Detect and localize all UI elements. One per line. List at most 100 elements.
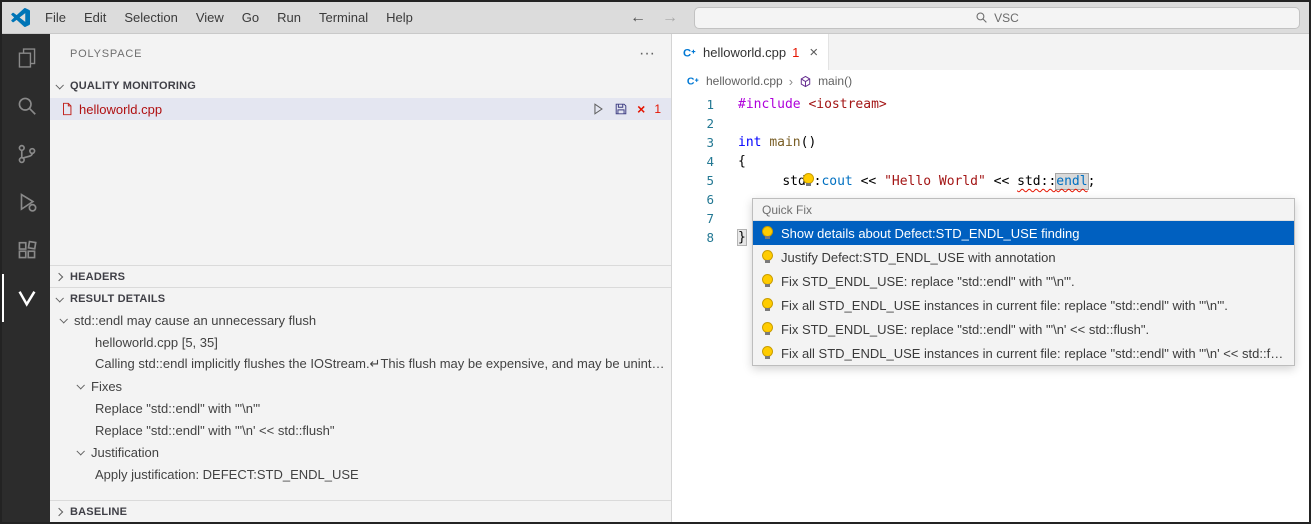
code-text: { [738,154,746,169]
section-baseline[interactable]: BASELINE [50,500,671,522]
quickfix-label: Fix STD_ENDL_USE: replace "std::endl" wi… [781,322,1149,337]
tree-label: Replace "std::endl" with "'\n'" [95,401,260,416]
tree-row[interactable]: Fixes [50,375,671,397]
code-text: } [738,230,746,245]
quality-file-row[interactable]: helloworld.cpp × 1 [50,98,671,120]
result-details-tree: std::endl may cause an unnecessary flush… [50,309,671,485]
code-line-5[interactable]: 5 std::cout << "Hello World" << std::end… [672,171,1309,190]
menu-help[interactable]: Help [377,10,422,25]
vscode-window: FileEditSelectionViewGoRunTerminalHelp ←… [0,0,1311,524]
quickfix-label: Show details about Defect:STD_ENDL_USE f… [781,226,1079,241]
lightbulb-icon [761,346,774,360]
tab-label: helloworld.cpp [703,45,786,60]
tree-row[interactable]: helloworld.cpp [5, 35] [50,331,671,353]
quickfix-item-3[interactable]: Fix STD_ENDL_USE: replace "std::endl" wi… [753,269,1294,293]
section-label: BASELINE [70,506,127,518]
tree-row[interactable]: Calling std::endl implicitly flushes the… [50,353,671,375]
menu-edit[interactable]: Edit [75,10,115,25]
tree-label: Replace "std::endl" with "'\n' << std::f… [95,423,335,438]
close-icon[interactable]: × [809,44,818,61]
tab-helloworld-cpp[interactable]: C helloworld.cpp 1 × [672,34,829,70]
editor-body[interactable]: 1 #include <iostream> 23 int main() 4{5 std:… [672,92,1309,522]
quickfix-item-6[interactable]: Fix all STD_ENDL_USE instances in curren… [753,341,1294,365]
code-line-1[interactable]: 1 #include <iostream> [672,95,1309,114]
menu-view[interactable]: View [187,10,233,25]
extensions-icon[interactable] [2,226,50,274]
tree-label: Calling std::endl implicitly flushes the… [95,356,671,372]
menu-selection[interactable]: Selection [115,10,186,25]
section-quality-monitoring[interactable]: QUALITY MONITORING [50,74,671,98]
run-analysis-icon[interactable] [591,102,605,116]
menu-file[interactable]: File [36,10,75,25]
search-icon[interactable] [2,82,50,130]
tree-label: std::endl may cause an unnecessary flush [74,313,316,328]
tree-label: Apply justification: DEFECT:STD_ENDL_USE [95,467,359,482]
sidebar-title-row: POLYSPACE ··· [50,34,671,74]
quickfix-label: Fix all STD_ENDL_USE instances in curren… [781,346,1286,361]
line-number: 2 [672,114,714,133]
line-number: 1 [672,95,714,114]
code-line-2[interactable]: 2 [672,114,1309,133]
line-number: 6 [672,190,714,209]
chevron-down-icon [55,81,63,89]
code-text: int main() [738,135,816,150]
section-label: RESULT DETAILS [70,293,165,305]
sidebar-spacer [50,120,671,265]
code-line-3[interactable]: 3 int main() [672,133,1309,152]
breadcrumb: C helloworld.cpp › main() [672,70,1309,92]
quickfix-item-1[interactable]: Show details about Defect:STD_ENDL_USE f… [753,221,1294,245]
tree-row[interactable]: Replace "std::endl" with "'\n' << std::f… [50,419,671,441]
vscode-logo-icon [11,8,30,27]
code-line-4[interactable]: 4{ [672,152,1309,171]
command-center-search[interactable]: VSC [694,7,1300,29]
more-actions-icon[interactable]: ··· [639,49,655,59]
tree-row[interactable]: std::endl may cause an unnecessary flush [50,309,671,331]
sidebar-polyspace: POLYSPACE ··· QUALITY MONITORING hellowo… [50,34,672,522]
breadcrumb-symbol[interactable]: main() [818,74,852,88]
quickfix-item-2[interactable]: Justify Defect:STD_ENDL_USE with annotat… [753,245,1294,269]
menu-terminal[interactable]: Terminal [310,10,377,25]
code-text: #include <iostream> [738,97,887,112]
chevron-right-icon [55,272,63,280]
chevron-down-icon [76,447,84,455]
section-result-details[interactable]: RESULT DETAILS [50,287,671,309]
search-text: VSC [994,11,1019,25]
section-label: HEADERS [70,271,125,283]
quickfix-label: Fix STD_ENDL_USE: replace "std::endl" wi… [781,274,1075,289]
tree-row[interactable]: Apply justification: DEFECT:STD_ENDL_USE [50,463,671,485]
activity-bar [2,34,50,522]
line-number: 3 [672,133,714,152]
quickfix-item-4[interactable]: Fix all STD_ENDL_USE instances in curren… [753,293,1294,317]
tree-row[interactable]: Justification [50,441,671,463]
chevron-down-icon [55,294,63,302]
lightbulb-icon[interactable] [802,173,815,187]
search-icon [975,11,988,24]
line-number: 5 [672,171,714,190]
tree-row[interactable]: Replace "std::endl" with "'\n'" [50,397,671,419]
chevron-right-icon [55,507,63,515]
nav-forward-icon[interactable]: → [654,9,686,27]
source-control-icon[interactable] [2,130,50,178]
lightbulb-icon [761,250,774,264]
tree-label: Justification [91,445,159,460]
quickfix-item-5[interactable]: Fix STD_ENDL_USE: replace "std::endl" wi… [753,317,1294,341]
titlebar: FileEditSelectionViewGoRunTerminalHelp ←… [2,2,1309,34]
explorer-icon[interactable] [2,34,50,82]
tab-bar: C helloworld.cpp 1 × [672,34,1309,70]
menubar: FileEditSelectionViewGoRunTerminalHelp [36,2,422,33]
menu-go[interactable]: Go [233,10,268,25]
file-actions: × 1 [591,102,661,116]
tree-label: Fixes [91,379,122,394]
tree-label: helloworld.cpp [5, 35] [95,335,218,350]
error-count-badge: 1 [654,102,661,116]
section-headers[interactable]: HEADERS [50,265,671,287]
run-debug-icon[interactable] [2,178,50,226]
nav-back-icon[interactable]: ← [622,9,654,27]
save-icon[interactable] [614,102,628,116]
menu-run[interactable]: Run [268,10,310,25]
breadcrumb-file[interactable]: helloworld.cpp [706,74,783,88]
close-icon[interactable]: × [637,102,645,116]
quickfix-label: Fix all STD_ENDL_USE instances in curren… [781,298,1228,313]
polyspace-icon[interactable] [2,274,50,322]
svg-text:C: C [683,47,691,59]
